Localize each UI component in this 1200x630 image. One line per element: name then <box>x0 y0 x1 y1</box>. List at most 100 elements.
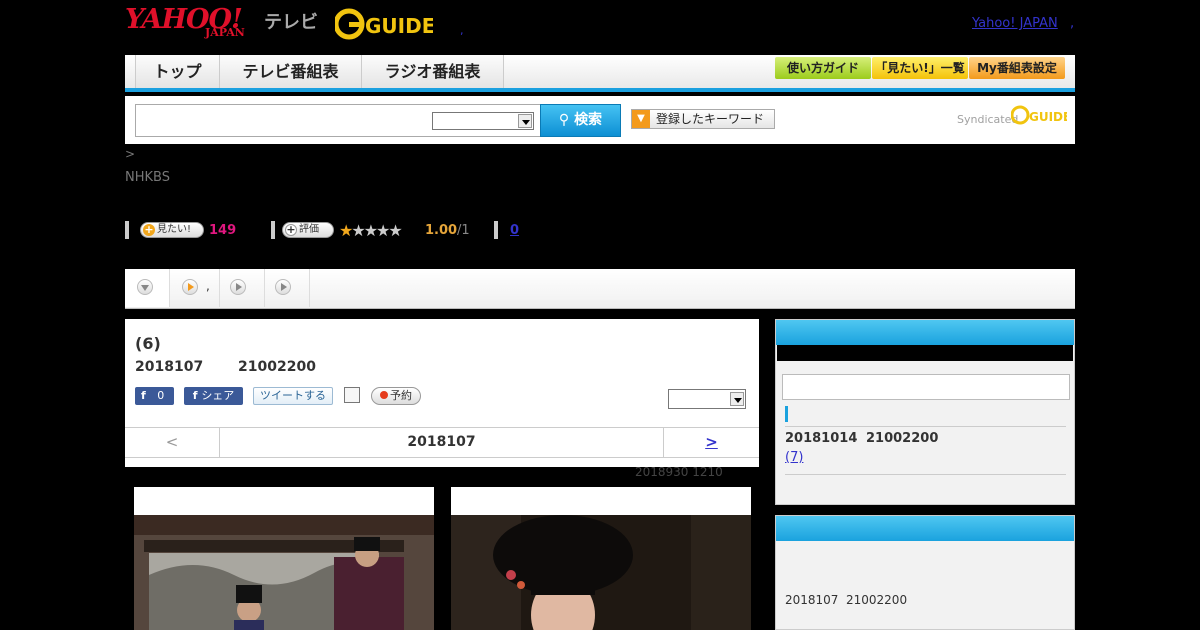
next-episode-button[interactable]: > <box>663 428 759 457</box>
panel-subheader <box>777 345 1073 361</box>
yahoo-japan-link[interactable]: Yahoo! JAPAN <box>972 16 1058 31</box>
search-bar: ⚲ 検索 ▼ 登録したキーワード Syndicated GUIDE <box>125 96 1075 144</box>
star-icon: ★ <box>388 221 402 240</box>
program-select[interactable] <box>668 389 746 409</box>
episode-pager: < 2018107 > <box>125 427 759 458</box>
program-date: 2018107 <box>135 359 204 375</box>
star-icon: ★ <box>351 221 365 240</box>
nav-tabs: トップ テレビ番組表 ラジオ番組表 <box>135 55 504 88</box>
nav-tab-top[interactable]: トップ <box>136 55 220 88</box>
panel-header <box>776 516 1074 541</box>
yahoo-japan-logo-text: JAPAN <box>205 26 245 39</box>
broadcast-panel-2: 2018107 21002200 <box>775 515 1075 630</box>
tab-4[interactable] <box>265 269 310 307</box>
panel-2-date: 2018107 <box>785 593 839 607</box>
panel-divider <box>785 426 1066 427</box>
channel-name: NHKBS <box>125 170 170 185</box>
panel-2-time: 21002200 <box>846 593 908 607</box>
program-photo-2-image <box>451 515 751 630</box>
triangle-down-icon: ▼ <box>632 110 650 128</box>
play-icon <box>182 279 198 295</box>
play-icon <box>230 279 246 295</box>
search-button-label: 検索 <box>574 112 603 128</box>
panel-section-marker <box>785 406 788 422</box>
star-icon: ★ <box>376 221 390 240</box>
program-time: 21002200 <box>238 359 316 375</box>
calendar-icon[interactable] <box>344 387 360 403</box>
program-title: (6) <box>135 334 161 353</box>
breadcrumb[interactable]: > <box>125 147 135 161</box>
facebook-icon: f <box>141 389 146 402</box>
panel-input[interactable] <box>782 374 1070 400</box>
registered-keywords-button[interactable]: ▼ 登録したキーワード <box>631 109 775 129</box>
rating-stars: ★★★★★ <box>339 221 403 240</box>
usage-guide-button[interactable]: 使い方ガイド <box>775 57 871 79</box>
header-separator: , <box>460 24 464 37</box>
last-updated: 2018930 1210 <box>635 465 723 479</box>
current-episode-date: 2018107 <box>407 434 476 450</box>
nav-buttons: 使い方ガイド 「見たい!」一覧 My番組表設定 <box>775 57 1065 79</box>
page: YAHOO! JAPAN テレビ GUIDE , Yahoo! JAPAN , … <box>125 0 1075 630</box>
rate-button[interactable]: + 評価 <box>282 222 334 238</box>
panel-header <box>776 320 1074 345</box>
panel-divider <box>785 474 1066 475</box>
gguide-logo[interactable]: GUIDE <box>335 8 433 40</box>
tv-logo-text[interactable]: テレビ <box>264 8 318 34</box>
stats-divider <box>125 221 129 239</box>
review-count-link[interactable]: 0 <box>510 223 519 238</box>
plus-icon: + <box>285 223 297 236</box>
nav-tab-tv-schedule[interactable]: テレビ番組表 <box>220 55 362 88</box>
program-info: (6) 2018107 21002200 f 0 f シェア ツイートする 予約… <box>125 319 759 467</box>
plus-icon: + <box>143 223 155 236</box>
header-extra-link[interactable]: , <box>1070 16 1074 31</box>
syndicated-gguide-logo: GUIDE <box>1011 105 1067 125</box>
tweet-button-label: ツイートする <box>260 389 326 402</box>
want-button-label: 見たい! <box>157 224 192 235</box>
record-icon <box>380 391 388 399</box>
facebook-like-button[interactable]: f 0 <box>135 387 174 405</box>
tab-overview[interactable] <box>125 269 170 307</box>
nav-tab-radio-schedule[interactable]: ラジオ番組表 <box>362 55 504 88</box>
program-tabs: , <box>125 269 1075 309</box>
program-stats: + 見たい! 149 + 評価 ★★★★★ 1.00 /1 0 <box>125 221 525 241</box>
program-photo-2[interactable] <box>451 487 751 630</box>
previous-episode-button[interactable]: < <box>125 428 220 457</box>
my-schedule-settings-button[interactable]: My番組表設定 <box>969 57 1065 79</box>
chevron-down-icon <box>137 279 153 295</box>
facebook-like-count: 0 <box>157 389 165 402</box>
rating-value: 1.00 <box>425 223 458 238</box>
stats-divider <box>494 221 498 239</box>
rating-count: /1 <box>457 223 470 238</box>
main-nav: トップ テレビ番組表 ラジオ番組表 使い方ガイド 「見たい!」一覧 My番組表設… <box>125 55 1075 92</box>
tab-3[interactable] <box>220 269 265 307</box>
tab-2-label: , <box>206 279 210 293</box>
registered-keywords-label: 登録したキーワード <box>656 112 765 126</box>
next-broadcast-time: 21002200 <box>866 431 939 446</box>
want-button[interactable]: + 見たい! <box>140 222 204 238</box>
want-count: 149 <box>209 223 237 238</box>
want-list-button[interactable]: 「見たい!」一覧 <box>872 57 968 79</box>
search-button[interactable]: ⚲ 検索 <box>540 104 621 137</box>
tweet-button[interactable]: ツイートする <box>253 387 333 405</box>
rate-button-label: 評価 <box>299 224 319 235</box>
program-photo-1[interactable] <box>134 487 434 630</box>
syndicated-text: Syndicated <box>957 113 1019 126</box>
star-icon: ★ <box>363 221 378 240</box>
search-category-select[interactable] <box>432 112 534 130</box>
play-icon <box>275 279 291 295</box>
tab-2[interactable]: , <box>170 269 220 307</box>
reserve-button-label: 予約 <box>390 389 412 402</box>
chevron-down-icon <box>730 392 744 406</box>
facebook-share-label: シェア <box>201 389 235 402</box>
syndicated-logo-text: GUIDE <box>1029 110 1067 124</box>
stats-divider <box>271 221 275 239</box>
gguide-logo-text: GUIDE <box>365 14 433 38</box>
program-photo-1-image <box>134 515 434 630</box>
next-episode-link[interactable]: (7) <box>785 450 803 465</box>
reserve-button[interactable]: 予約 <box>371 387 421 405</box>
star-icon: ★ <box>339 221 353 240</box>
next-broadcast-date: 20181014 <box>785 431 858 446</box>
facebook-share-button[interactable]: f シェア <box>184 387 243 405</box>
chevron-down-icon <box>518 114 532 128</box>
next-broadcast-panel: 20181014 21002200 (7) <box>775 319 1075 505</box>
